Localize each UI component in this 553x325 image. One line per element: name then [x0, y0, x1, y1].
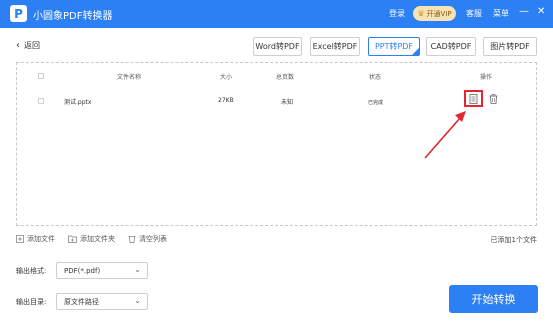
tab-image-to-pdf[interactable]: 图片转PDF: [483, 37, 537, 56]
output-format-select[interactable]: PDF(*.pdf) ⌄: [56, 262, 148, 279]
header-pages: 总页数: [276, 74, 295, 81]
row-checkbox[interactable]: [38, 98, 44, 104]
add-file-icon: [16, 235, 24, 243]
clear-list-button[interactable]: 清空列表: [128, 234, 167, 244]
start-conversion-button[interactable]: 开始转换: [449, 285, 538, 313]
title-bar: P 小圆象PDF转换器 登录 ♛ 开通VIP 客服 菜单 — ✕: [0, 0, 553, 28]
output-format-value: PDF(*.pdf): [64, 266, 101, 275]
add-file-button[interactable]: 添加文件: [16, 234, 55, 244]
add-folder-button[interactable]: 添加文件夹: [68, 234, 115, 244]
row-pages: 未知: [281, 99, 294, 106]
header-size: 大小: [220, 74, 233, 81]
tab-label: PPT转PDF: [374, 42, 414, 51]
chevron-down-icon: ⌄: [134, 265, 141, 274]
app-logo-icon: P: [10, 5, 27, 22]
clear-list-label: 清空列表: [139, 235, 167, 243]
add-folder-icon: [68, 235, 77, 243]
tab-cad-to-pdf[interactable]: CAD转PDF: [426, 37, 476, 56]
tab-ppt-to-pdf[interactable]: PPT转PDF: [368, 37, 420, 56]
output-dir-select[interactable]: 原文件路径 ⌄: [56, 293, 148, 310]
chevron-down-icon: ⌄: [134, 296, 141, 305]
trash-icon[interactable]: [488, 93, 499, 104]
login-link[interactable]: 登录: [389, 8, 405, 19]
back-label: 返回: [24, 41, 40, 50]
header-action: 操作: [480, 74, 493, 81]
tab-label: CAD转PDF: [430, 42, 472, 51]
header-status: 状态: [369, 74, 382, 81]
tab-excel-to-pdf[interactable]: Excel转PDF: [310, 37, 360, 56]
output-format-label: 输出格式:: [16, 267, 47, 275]
active-tab-corner-mark: [412, 48, 419, 55]
customer-service-link[interactable]: 客服: [466, 8, 482, 19]
output-dir-label: 输出目录:: [16, 298, 47, 306]
add-folder-label: 添加文件夹: [80, 235, 115, 243]
highlight-box: [464, 90, 483, 107]
app-window: P 小圆象PDF转换器 登录 ♛ 开通VIP 客服 菜单 — ✕ ‹ 返回 Wo…: [0, 0, 553, 325]
menu-link[interactable]: 菜单: [493, 8, 509, 19]
output-dir-value: 原文件路径: [64, 297, 99, 306]
tab-label: Word转PDF: [255, 42, 300, 51]
logo-glyph: P: [14, 6, 23, 21]
tab-label: 图片转PDF: [490, 42, 530, 51]
close-icon[interactable]: ✕: [537, 7, 545, 17]
row-file-name: 测试.pptx: [64, 99, 92, 106]
trash-icon: [128, 236, 136, 243]
added-files-count: 已添加1个文件: [490, 236, 537, 244]
minimize-icon[interactable]: —: [519, 7, 529, 17]
row-size: 27KB: [218, 97, 234, 104]
app-title: 小圆象PDF转换器: [33, 11, 113, 22]
chevron-left-icon: ‹: [16, 39, 20, 51]
crown-icon: ♛: [417, 8, 425, 18]
tab-word-to-pdf[interactable]: Word转PDF: [253, 37, 302, 56]
tab-label: Excel转PDF: [312, 42, 358, 51]
add-file-label: 添加文件: [27, 235, 55, 243]
select-all-checkbox[interactable]: [38, 73, 44, 79]
vip-button-label: 开通VIP: [426, 9, 452, 18]
row-status: 已完成: [368, 100, 384, 106]
open-vip-button[interactable]: ♛ 开通VIP: [413, 6, 456, 21]
back-button[interactable]: ‹ 返回: [16, 40, 40, 51]
file-list-table: 文件名称 大小 总页数 状态 操作 测试.pptx 27KB 未知 已完成: [16, 62, 537, 226]
header-file-name: 文件名称: [117, 74, 142, 81]
